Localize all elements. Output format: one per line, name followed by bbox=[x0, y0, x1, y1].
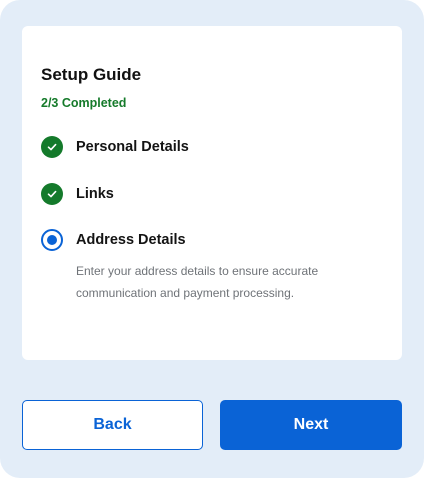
progress-status: 2/3 Completed bbox=[41, 96, 127, 110]
back-button[interactable]: Back bbox=[22, 400, 203, 450]
setup-guide-card: Setup Guide 2/3 Completed Personal Detai… bbox=[22, 26, 402, 360]
radio-selected-icon bbox=[41, 229, 63, 251]
setup-guide-panel: Setup Guide 2/3 Completed Personal Detai… bbox=[0, 0, 424, 478]
check-icon bbox=[41, 183, 63, 205]
guide-title: Setup Guide bbox=[41, 65, 142, 84]
step-label: Links bbox=[76, 186, 114, 202]
step-personal-details[interactable]: Personal Details bbox=[41, 136, 189, 158]
check-icon bbox=[41, 136, 63, 158]
step-label: Personal Details bbox=[76, 139, 189, 155]
step-links[interactable]: Links bbox=[41, 183, 114, 205]
next-button[interactable]: Next bbox=[220, 400, 402, 450]
step-label: Address Details bbox=[76, 232, 186, 248]
step-description: Enter your address details to ensure acc… bbox=[76, 264, 319, 300]
step-address-details[interactable]: Address Details bbox=[41, 229, 186, 251]
radio-dot bbox=[47, 235, 57, 245]
